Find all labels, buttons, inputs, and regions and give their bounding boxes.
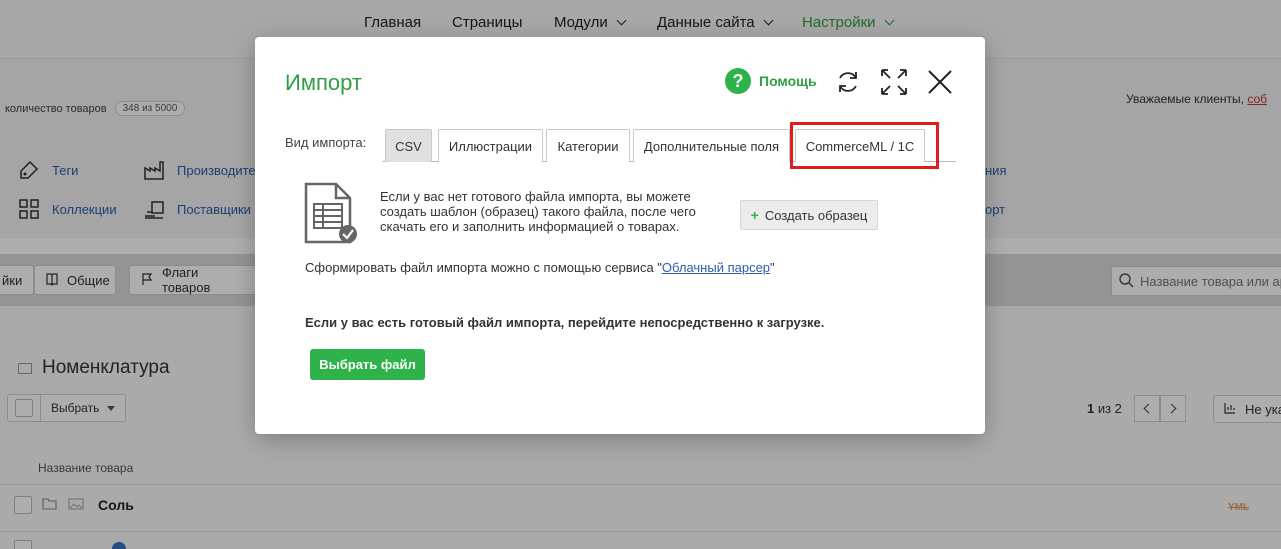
- choose-file-button[interactable]: Выбрать файл: [310, 349, 425, 380]
- parser-suffix: ": [770, 260, 775, 275]
- tab-categories[interactable]: Категории: [546, 129, 630, 162]
- plus-icon: +: [750, 207, 759, 223]
- create-sample-button[interactable]: + Создать образец: [740, 200, 878, 230]
- tab-illustrations-label: Иллюстрации: [448, 138, 533, 154]
- question-icon: ?: [725, 68, 751, 94]
- ready-file-hint: Если у вас есть готовый файл импорта, пе…: [305, 315, 825, 330]
- fullscreen-icon[interactable]: [879, 67, 909, 97]
- dialog-title: Импорт: [285, 70, 362, 95]
- tab-categories-label: Категории: [557, 138, 619, 154]
- tab-additional-fields[interactable]: Дополнительные поля: [633, 129, 790, 162]
- tab-csv[interactable]: CSV: [385, 129, 432, 162]
- refresh-icon[interactable]: [833, 67, 863, 97]
- import-type-label: Вид импорта:: [285, 135, 367, 150]
- parser-prefix: Сформировать файл импорта можно с помощь…: [305, 260, 662, 275]
- help-button[interactable]: ? Помощь: [725, 68, 817, 94]
- choose-file-label: Выбрать файл: [319, 357, 416, 372]
- highlight-frame: [790, 122, 939, 169]
- tab-illustrations[interactable]: Иллюстрации: [438, 129, 543, 162]
- close-icon[interactable]: [925, 67, 955, 97]
- cloud-parser-link[interactable]: Облачный парсер: [662, 260, 770, 275]
- tab-csv-label: CSV: [395, 138, 422, 154]
- create-sample-label: Создать образец: [764, 207, 868, 223]
- help-label: Помощь: [759, 73, 817, 89]
- template-info-text: Если у вас нет готового файла импорта, в…: [380, 189, 696, 234]
- spreadsheet-file-icon: [304, 182, 358, 244]
- tab-additional-fields-label: Дополнительные поля: [643, 138, 780, 154]
- import-dialog: Импорт ? Помощь Вид импорта: CSV Иллюстр…: [255, 37, 985, 434]
- parser-hint: Сформировать файл импорта можно с помощь…: [305, 260, 775, 275]
